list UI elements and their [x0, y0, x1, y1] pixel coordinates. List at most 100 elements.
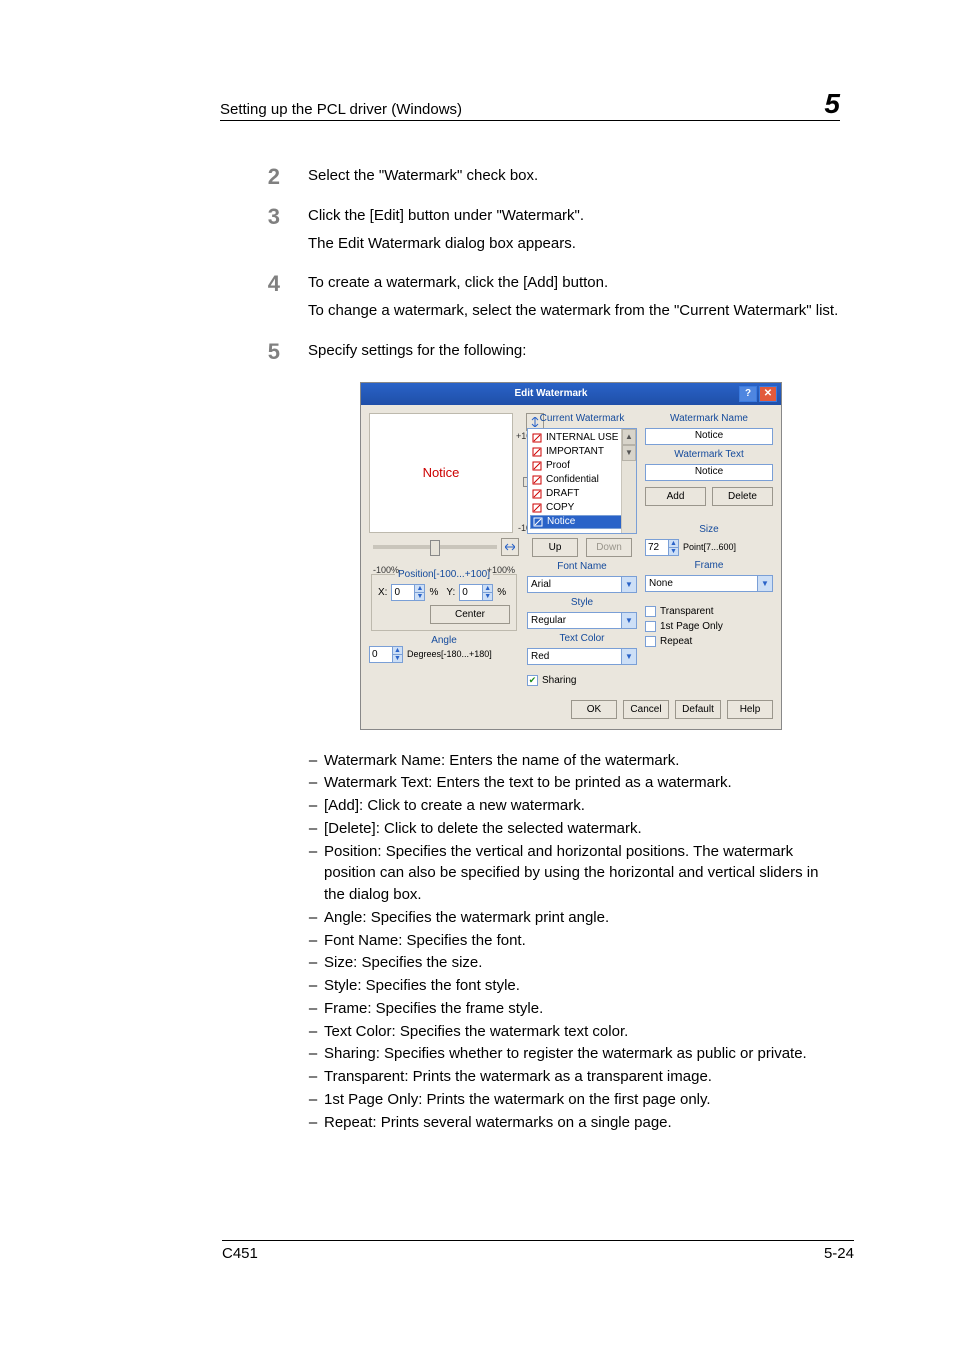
- list-item[interactable]: IMPORTANT: [530, 445, 634, 459]
- horizontal-reset-icon[interactable]: [501, 538, 519, 556]
- option-text: Angle: Specifies the watermark print ang…: [324, 907, 840, 929]
- watermark-text-input[interactable]: Notice: [645, 464, 773, 481]
- scroll-up-icon[interactable]: ▲: [622, 429, 636, 445]
- frame-select[interactable]: None▼: [645, 575, 773, 592]
- option-text: Font Name: Specifies the font.: [324, 930, 840, 952]
- option-text: Watermark Text: Enters the text to be pr…: [324, 772, 840, 794]
- scrollbar[interactable]: ▲ ▼: [621, 429, 636, 533]
- step: 2Select the "Watermark" check box.: [220, 165, 840, 193]
- preview-watermark-text: Notice: [423, 465, 460, 480]
- option-item: –Position: Specifies the vertical and ho…: [302, 841, 840, 906]
- h-right-label: +100%: [487, 565, 515, 575]
- step-number: 5: [220, 340, 308, 368]
- font-name-select[interactable]: Arial▼: [527, 576, 637, 593]
- style-label: Style: [527, 597, 637, 608]
- sharing-checkbox[interactable]: ✔ Sharing: [527, 675, 637, 686]
- repeat-checkbox[interactable]: Repeat: [645, 636, 773, 647]
- option-text: Frame: Specifies the frame style.: [324, 998, 840, 1020]
- list-item[interactable]: Notice: [530, 515, 634, 529]
- option-item: –[Add]: Click to create a new watermark.: [302, 795, 840, 817]
- chevron-down-icon[interactable]: ▼: [621, 649, 636, 664]
- option-item: –[Delete]: Click to delete the selected …: [302, 818, 840, 840]
- h-left-label: -100%: [373, 565, 399, 575]
- page-footer: C451 5-24: [222, 1240, 854, 1262]
- frame-label: Frame: [645, 560, 773, 571]
- list-item[interactable]: INTERNAL USE: [530, 431, 634, 445]
- option-item: –Text Color: Specifies the watermark tex…: [302, 1021, 840, 1043]
- step-number: 3: [220, 205, 308, 261]
- step: 3Click the [Edit] button under "Watermar…: [220, 205, 840, 261]
- ok-button[interactable]: OK: [571, 700, 617, 719]
- delete-button[interactable]: Delete: [712, 487, 773, 506]
- chevron-down-icon[interactable]: ▼: [621, 577, 636, 592]
- option-item: –Repeat: Prints several watermarks on a …: [302, 1112, 840, 1134]
- option-item: –Font Name: Specifies the font.: [302, 930, 840, 952]
- running-head: Setting up the PCL driver (Windows) 5: [220, 90, 840, 121]
- option-text: Text Color: Specifies the watermark text…: [324, 1021, 840, 1043]
- chevron-down-icon[interactable]: ▼: [757, 576, 772, 591]
- edit-watermark-dialog: Edit Watermark ? ✕ Notice: [360, 382, 782, 730]
- list-item[interactable]: COPY: [530, 501, 634, 515]
- watermark-item-icon: [532, 503, 542, 513]
- x-label: X:: [378, 587, 387, 598]
- option-item: –Sharing: Specifies whether to register …: [302, 1043, 840, 1065]
- watermark-item-icon: [532, 489, 542, 499]
- option-item: –Size: Specifies the size.: [302, 952, 840, 974]
- up-button[interactable]: Up: [532, 538, 578, 557]
- chevron-down-icon[interactable]: ▼: [621, 613, 636, 628]
- dialog-titlebar[interactable]: Edit Watermark ? ✕: [361, 383, 781, 405]
- option-text: Repeat: Prints several watermarks on a s…: [324, 1112, 840, 1134]
- transparent-checkbox[interactable]: Transparent: [645, 606, 773, 617]
- list-item[interactable]: DRAFT: [530, 487, 634, 501]
- footer-model: C451: [222, 1245, 258, 1262]
- list-item[interactable]: Proof: [530, 459, 634, 473]
- cancel-button[interactable]: Cancel: [623, 700, 669, 719]
- angle-range: Degrees[-180...+180]: [407, 649, 492, 659]
- font-name-label: Font Name: [527, 561, 637, 572]
- option-item: –Watermark Text: Enters the text to be p…: [302, 772, 840, 794]
- step-body: Select the "Watermark" check box.: [308, 165, 840, 193]
- list-item-label: Notice: [547, 516, 575, 527]
- option-item: –Transparent: Prints the watermark as a …: [302, 1066, 840, 1088]
- watermark-text-label: Watermark Text: [645, 449, 773, 460]
- watermark-list[interactable]: INTERNAL USEIMPORTANT ProofConfidential DR…: [527, 428, 637, 534]
- text-color-label: Text Color: [527, 633, 637, 644]
- size-spinner[interactable]: ▲▼: [645, 539, 679, 556]
- scroll-down-icon[interactable]: ▼: [622, 445, 636, 461]
- first-page-only-checkbox[interactable]: 1st Page Only: [645, 621, 773, 632]
- option-text: [Add]: Click to create a new watermark.: [324, 795, 840, 817]
- option-text: Position: Specifies the vertical and hor…: [324, 841, 840, 906]
- footer-page: 5-24: [824, 1245, 854, 1262]
- list-item-label: Confidential: [546, 474, 599, 485]
- center-button[interactable]: Center: [430, 605, 510, 624]
- list-item-label: IMPORTANT: [546, 446, 604, 457]
- size-label: Size: [645, 524, 773, 535]
- y-spinner[interactable]: ▲▼: [459, 584, 493, 601]
- header-title: Setting up the PCL driver (Windows): [220, 101, 462, 118]
- help-button[interactable]: Help: [727, 700, 773, 719]
- y-label: Y:: [446, 587, 455, 598]
- list-item[interactable]: Confidential: [530, 473, 634, 487]
- option-item: –Angle: Specifies the watermark print an…: [302, 907, 840, 929]
- down-button: Down: [586, 538, 632, 557]
- angle-label: Angle: [369, 635, 519, 646]
- default-button[interactable]: Default: [675, 700, 721, 719]
- option-item: –Watermark Name: Enters the name of the …: [302, 750, 840, 772]
- step-body: To create a watermark, click the [Add] b…: [308, 272, 840, 328]
- text-color-select[interactable]: Red▼: [527, 648, 637, 665]
- option-text: Transparent: Prints the watermark as a t…: [324, 1066, 840, 1088]
- step-body: Specify settings for the following:: [308, 340, 840, 368]
- current-watermark-label: Current Watermark: [527, 413, 637, 424]
- dialog-title: Edit Watermark: [365, 388, 737, 399]
- angle-spinner[interactable]: ▲▼: [369, 646, 403, 663]
- watermark-name-input[interactable]: Notice: [645, 428, 773, 445]
- horizontal-slider[interactable]: [373, 545, 497, 549]
- close-icon[interactable]: ✕: [759, 386, 777, 402]
- add-button[interactable]: Add: [645, 487, 706, 506]
- option-text: Watermark Name: Enters the name of the w…: [324, 750, 840, 772]
- help-icon[interactable]: ?: [739, 386, 757, 402]
- option-item: –1st Page Only: Prints the watermark on …: [302, 1089, 840, 1111]
- watermark-item-icon: [532, 461, 542, 471]
- x-spinner[interactable]: ▲▼: [391, 584, 425, 601]
- style-select[interactable]: Regular▼: [527, 612, 637, 629]
